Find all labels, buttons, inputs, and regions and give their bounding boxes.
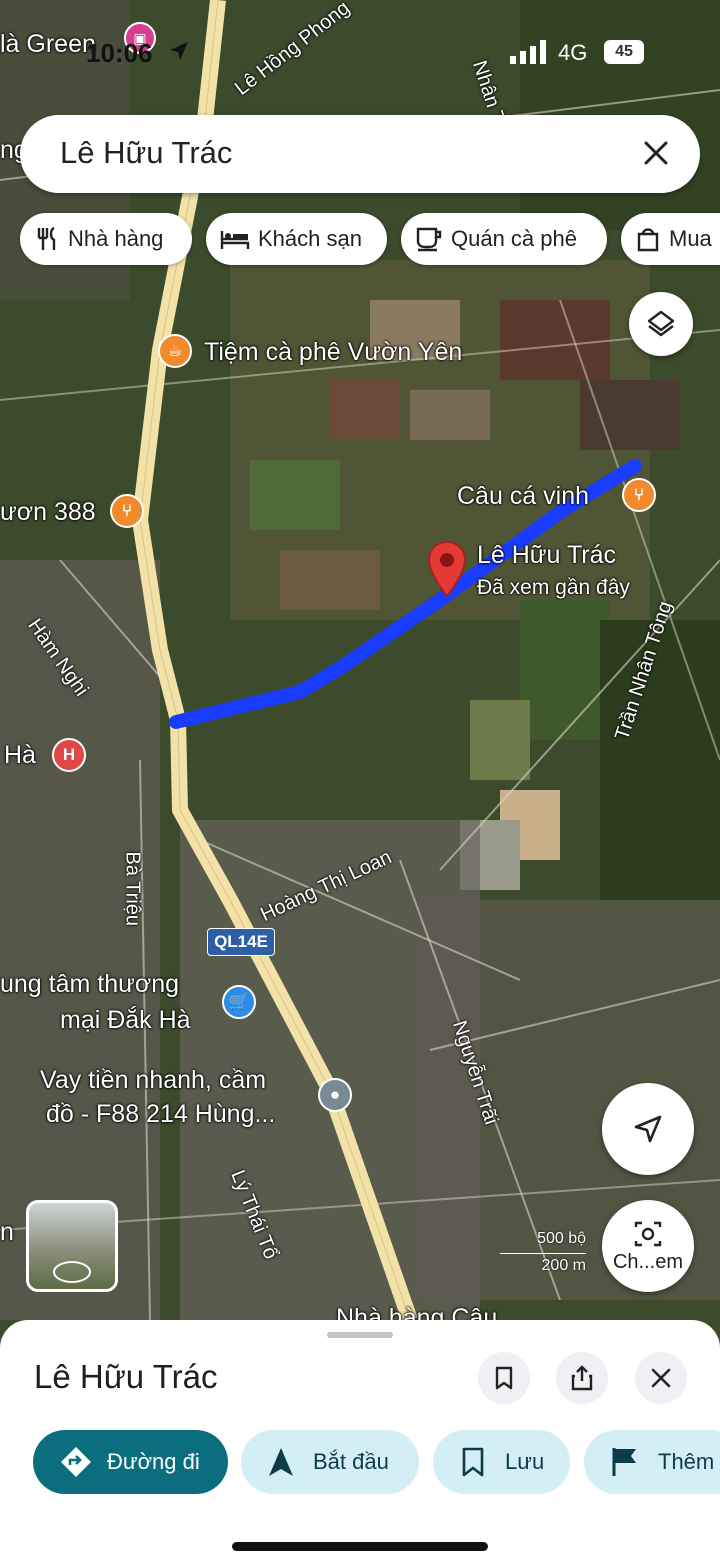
hotel-icon <box>220 231 250 249</box>
shopping-bag-icon <box>637 228 659 252</box>
restaurant-poi-icon[interactable]: ⑂ <box>622 478 656 512</box>
poi-label-mall-line1[interactable]: ung tâm thương <box>0 970 179 999</box>
search-bar[interactable]: Lê Hữu Trác <box>20 115 700 193</box>
bookmark-icon <box>462 1447 484 1477</box>
directions-label: Đường đi <box>107 1449 200 1474</box>
chip-label: Khách sạn <box>258 226 362 251</box>
poi-label-coffee[interactable]: Tiệm cà phê Vườn Yên <box>204 338 462 367</box>
map-label-partial-bottom: n <box>0 1218 14 1246</box>
chip-restaurants[interactable]: Nhà hàng <box>20 213 192 265</box>
street-view-thumbnail[interactable] <box>26 1200 118 1292</box>
coffee-icon <box>416 227 442 252</box>
close-sheet-button[interactable] <box>635 1352 687 1404</box>
generic-poi-icon[interactable]: ● <box>318 1078 352 1112</box>
layers-button[interactable] <box>629 292 693 356</box>
more-label: Thêm <box>658 1449 715 1474</box>
close-icon <box>651 1368 671 1388</box>
hospital-poi-icon[interactable]: H <box>52 738 86 772</box>
layers-icon <box>647 310 675 337</box>
navigation-arrow-icon <box>634 1115 662 1143</box>
camera-lens-icon <box>634 1221 662 1246</box>
share-icon <box>571 1365 593 1391</box>
my-location-button[interactable] <box>602 1083 694 1175</box>
restaurant-icon <box>37 226 56 250</box>
navigation-icon <box>269 1448 293 1476</box>
restaurant-poi-icon[interactable]: ⑂ <box>110 494 144 528</box>
poi-label-loan-line1[interactable]: Vay tiền nhanh, cầm <box>40 1066 266 1095</box>
clear-search-icon[interactable] <box>638 135 674 171</box>
category-chips: Nhà hàng Khách sạn Quán cà phê Mua <box>20 213 720 265</box>
place-bottom-sheet[interactable]: Lê Hữu Trác Đường đi Bắt đầu Lưu Thêm <box>0 1320 720 1564</box>
more-button[interactable]: Thêm <box>584 1430 720 1494</box>
search-query[interactable]: Lê Hữu Trác <box>60 135 232 171</box>
sheet-drag-handle[interactable] <box>327 1332 393 1338</box>
poi-label-loan-line2[interactable]: đồ - F88 214 Hùng... <box>46 1100 275 1129</box>
directions-button[interactable]: Đường đi <box>33 1430 228 1494</box>
start-label: Bắt đầu <box>313 1449 389 1474</box>
poi-label-ha[interactable]: Hà <box>4 741 36 770</box>
directions-icon <box>61 1447 91 1477</box>
status-bar: 10:06 4G 45 <box>0 0 720 100</box>
poi-label-vuon-388[interactable]: ươn 388 <box>0 498 96 527</box>
home-indicator <box>232 1542 488 1551</box>
map-scale: 500 bộ 200 m <box>500 1230 588 1280</box>
signal-bars-icon <box>510 40 546 64</box>
place-title: Lê Hữu Trác <box>34 1358 218 1395</box>
location-arrow-icon <box>170 42 188 60</box>
share-button[interactable] <box>556 1352 608 1404</box>
selected-location-pin-icon[interactable] <box>426 540 468 600</box>
battery-icon: 45 <box>604 40 644 64</box>
chip-coffee[interactable]: Quán cà phê <box>401 213 607 265</box>
save-label: Lưu <box>505 1449 545 1474</box>
poi-label-fishing[interactable]: Câu cá vinh <box>457 482 589 511</box>
shopping-cart-poi-icon[interactable]: 🛒 <box>222 985 256 1019</box>
scale-imperial: 500 bộ <box>537 1230 586 1247</box>
save-button[interactable]: Lưu <box>433 1430 570 1494</box>
lens-button[interactable]: Ch...em <box>602 1200 694 1292</box>
road-shield-ql14e: QL14E <box>207 928 275 956</box>
chip-label: Nhà hàng <box>68 226 164 251</box>
scale-metric: 200 m <box>541 1257 586 1274</box>
bookmark-icon <box>495 1366 513 1390</box>
chip-label: Mua <box>669 226 712 251</box>
chip-hotels[interactable]: Khách sạn <box>206 213 387 265</box>
start-button[interactable]: Bắt đầu <box>241 1430 419 1494</box>
chip-label: Quán cà phê <box>451 226 577 251</box>
street-ba-trieu: Bà Triệu <box>121 851 144 926</box>
network-type: 4G <box>558 40 588 65</box>
selected-place-subtitle: Đã xem gần đây <box>477 576 630 599</box>
street-view-rotate-icon <box>53 1261 91 1283</box>
flag-icon <box>612 1448 636 1476</box>
selected-place-label[interactable]: Lê Hữu Trác <box>477 541 616 570</box>
chip-shopping[interactable]: Mua <box>621 213 720 265</box>
coffee-poi-icon[interactable]: ☕ <box>158 334 192 368</box>
status-time: 10:06 <box>86 38 153 68</box>
save-place-button[interactable] <box>478 1352 530 1404</box>
lens-label: Ch...em <box>612 1250 684 1273</box>
poi-label-mall-line2[interactable]: mại Đắk Hà <box>60 1006 191 1035</box>
